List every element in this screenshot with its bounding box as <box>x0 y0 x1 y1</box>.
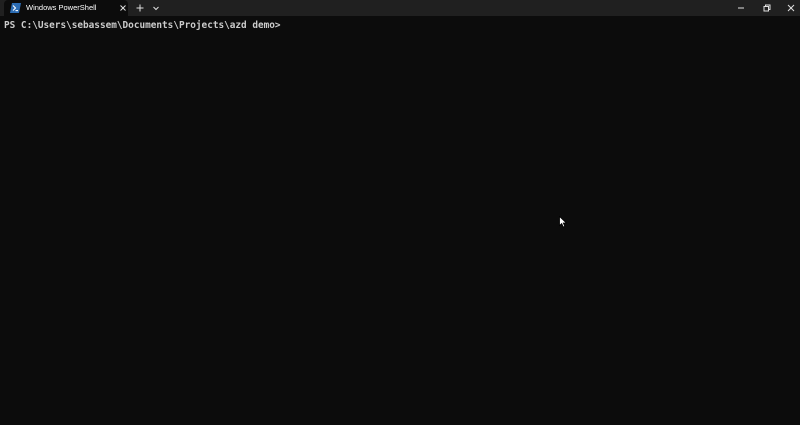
minimize-button[interactable] <box>728 0 754 16</box>
title-bar[interactable]: Windows PowerShell <box>0 0 800 16</box>
mouse-pointer-icon <box>559 216 567 228</box>
command-prompt: PS C:\Users\sebassem\Documents\Projects\… <box>4 20 281 31</box>
terminal-window: Windows PowerShell PS C:\Users\sebassem\… <box>0 0 800 425</box>
restore-icon <box>763 4 771 12</box>
plus-icon[interactable] <box>134 2 146 14</box>
chevron-down-icon[interactable] <box>150 2 162 14</box>
close-tab-icon[interactable] <box>118 3 128 13</box>
restore-button[interactable] <box>754 0 780 16</box>
powershell-icon <box>10 3 21 13</box>
tab-windows-powershell[interactable]: Windows PowerShell <box>4 0 128 16</box>
tab-title: Windows PowerShell <box>26 3 97 12</box>
close-icon <box>787 4 795 12</box>
terminal-content[interactable]: PS C:\Users\sebassem\Documents\Projects\… <box>0 16 800 425</box>
close-window-button[interactable] <box>778 0 800 16</box>
minimize-icon <box>738 7 744 9</box>
